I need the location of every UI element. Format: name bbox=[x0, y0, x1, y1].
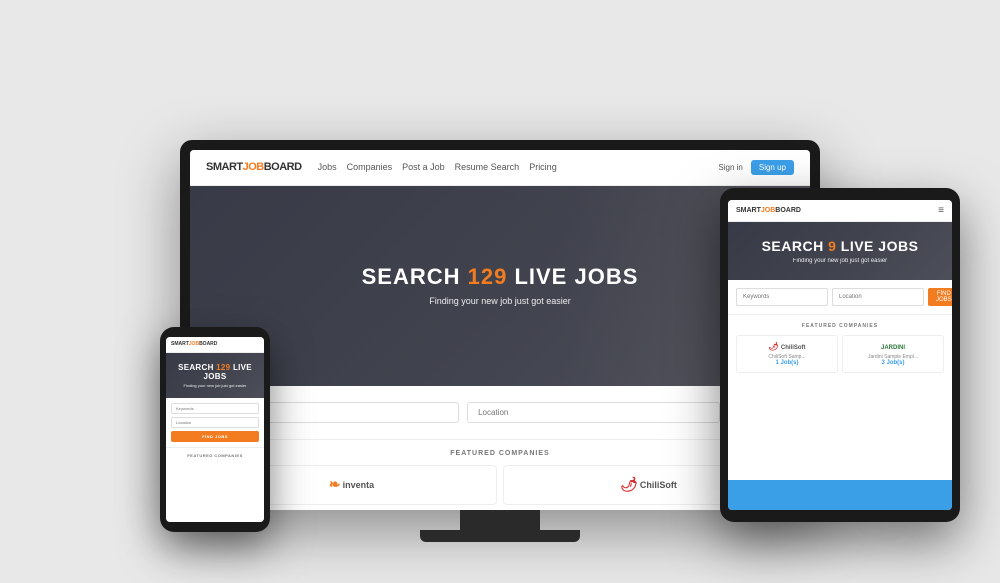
tablet-logo-job: JOB bbox=[761, 207, 775, 214]
tablet-jardini-count: 3 Job(s) bbox=[846, 360, 940, 366]
monitor-stand-neck bbox=[460, 510, 540, 530]
phone-keywords-input[interactable] bbox=[171, 403, 259, 414]
phone-device: SMARTJOBBOARD SEARCH 129 LIVE JOBS Findi… bbox=[160, 327, 270, 532]
desktop-featured-section: FEATURED COMPANIES ❧ inventa 🌶 ChiliSoft bbox=[190, 440, 810, 510]
desktop-logo: SMARTJOBBOARD bbox=[206, 161, 302, 173]
nav-companies[interactable]: Companies bbox=[347, 162, 393, 172]
tablet-hero-title: SEARCH 9 LIVE JOBS bbox=[738, 238, 942, 254]
monitor-screen: SMARTJOBBOARD Jobs Companies Post a Job … bbox=[190, 150, 810, 510]
desktop-search-section: FIND JOBS bbox=[190, 386, 810, 440]
phone-logo-board: BOARD bbox=[199, 341, 217, 347]
jardini-icon: JARDINI bbox=[881, 345, 905, 351]
tablet-device: SMARTJOBBOARD ≡ SEARCH 9 LIVE JOBS Findi… bbox=[720, 188, 960, 522]
phone-logo: SMARTJOBBOARD bbox=[171, 341, 217, 347]
hero-prefix: SEARCH bbox=[362, 264, 468, 289]
tablet-search-bar: FIND JOBS bbox=[728, 280, 952, 315]
tablet-hero: SEARCH 9 LIVE JOBS Finding your new job … bbox=[728, 222, 952, 280]
phone-content: SMARTJOBBOARD SEARCH 129 LIVE JOBS Findi… bbox=[166, 337, 264, 522]
phone-logo-smart: SMART bbox=[171, 341, 189, 347]
tablet-jardini-logo: JARDINI bbox=[846, 342, 940, 351]
logo-smart: SMART bbox=[206, 161, 243, 173]
tablet-logo-smart: SMART bbox=[736, 207, 761, 214]
tablet-hero-subtitle: Finding your new job just got easier bbox=[738, 258, 942, 264]
nav-post-job[interactable]: Post a Job bbox=[402, 162, 445, 172]
desktop-hero-subtitle: Finding your new job just got easier bbox=[429, 296, 571, 306]
scene: SMARTJOBBOARD Jobs Companies Post a Job … bbox=[20, 12, 980, 572]
desktop-nav-actions: Sign in Sign up bbox=[718, 160, 794, 175]
tablet-keywords-input[interactable] bbox=[736, 288, 828, 306]
chilisoft-label: ChiliSoft bbox=[781, 345, 806, 351]
tablet-search-button[interactable]: FIND JOBS bbox=[928, 288, 952, 306]
tablet-content: SMARTJOBBOARD ≡ SEARCH 9 LIVE JOBS Findi… bbox=[728, 200, 952, 510]
tablet-location-input[interactable] bbox=[832, 288, 924, 306]
tablet-hero-suffix: LIVE JOBS bbox=[836, 238, 918, 254]
phone-hero-subtitle: Finding your new job just got easier bbox=[171, 383, 259, 388]
tablet-navbar: SMARTJOBBOARD ≡ bbox=[728, 200, 952, 222]
logo-board: BOARD bbox=[264, 161, 302, 173]
hamburger-icon[interactable]: ≡ bbox=[938, 205, 944, 216]
phone-logo-job: JOB bbox=[189, 341, 199, 347]
chilisoft-icon-tablet: 🌶 bbox=[768, 342, 778, 351]
chilisoft-name: ChiliSoft bbox=[640, 480, 677, 490]
tablet-featured-section: FEATURED COMPANIES 🌶 ChiliSoft ChiliSoft… bbox=[728, 315, 952, 480]
tablet-featured-title: FEATURED COMPANIES bbox=[736, 323, 944, 329]
monitor-stand-base bbox=[420, 530, 580, 542]
phone-hero-count: 129 bbox=[216, 363, 230, 372]
tablet-blue-bar bbox=[728, 480, 952, 510]
tablet-companies-row: 🌶 ChiliSoft ChiliSoft Samp... 1 Job(s) J… bbox=[736, 335, 944, 373]
tablet-hero-prefix: SEARCH bbox=[762, 238, 829, 254]
desktop-featured-title: FEATURED COMPANIES bbox=[206, 450, 794, 457]
sign-in-link[interactable]: Sign in bbox=[718, 163, 742, 172]
logo-job: JOB bbox=[243, 161, 264, 173]
nav-resume-search[interactable]: Resume Search bbox=[455, 162, 520, 172]
inventa-icon: ❧ bbox=[329, 476, 341, 493]
phone-hero-title: SEARCH 129 LIVE JOBS bbox=[171, 363, 259, 381]
desktop-location-input[interactable] bbox=[467, 402, 720, 423]
tablet-logo-board: BOARD bbox=[775, 207, 801, 214]
tablet-screen: SMARTJOBBOARD ≡ SEARCH 9 LIVE JOBS Findi… bbox=[728, 200, 952, 510]
tablet-company-chilisoft[interactable]: 🌶 ChiliSoft ChiliSoft Samp... 1 Job(s) bbox=[736, 335, 838, 373]
phone-featured-title: FEATURED COMPANIES bbox=[171, 453, 259, 458]
tablet-company-jardini[interactable]: JARDINI Jardini Sample Empl... 3 Job(s) bbox=[842, 335, 944, 373]
tablet-logo: SMARTJOBBOARD bbox=[736, 207, 801, 214]
desktop-companies-row: ❧ inventa 🌶 ChiliSoft bbox=[206, 465, 794, 505]
hero-count: 129 bbox=[468, 264, 508, 289]
chilisoft-icon: 🌶 bbox=[620, 476, 638, 493]
phone-screen: SMARTJOBBOARD SEARCH 129 LIVE JOBS Findi… bbox=[166, 337, 264, 522]
phone-search-button[interactable]: FIND JOBS bbox=[171, 431, 259, 442]
tablet-chilisoft-logo: 🌶 ChiliSoft bbox=[740, 342, 834, 351]
phone-frame: SMARTJOBBOARD SEARCH 129 LIVE JOBS Findi… bbox=[160, 327, 270, 532]
inventa-name: inventa bbox=[343, 480, 375, 490]
phone-hero-prefix: SEARCH bbox=[178, 363, 216, 372]
desktop-navbar: SMARTJOBBOARD Jobs Companies Post a Job … bbox=[190, 150, 810, 186]
tablet-chilisoft-count: 1 Job(s) bbox=[740, 360, 834, 366]
nav-pricing[interactable]: Pricing bbox=[529, 162, 557, 172]
phone-featured-section: FEATURED COMPANIES bbox=[166, 448, 264, 522]
nav-jobs[interactable]: Jobs bbox=[318, 162, 337, 172]
tablet-frame: SMARTJOBBOARD ≡ SEARCH 9 LIVE JOBS Findi… bbox=[720, 188, 960, 522]
phone-navbar: SMARTJOBBOARD bbox=[166, 337, 264, 353]
phone-inputs-section: FIND JOBS bbox=[166, 398, 264, 448]
phone-location-input[interactable] bbox=[171, 417, 259, 428]
desktop-nav-links: Jobs Companies Post a Job Resume Search … bbox=[318, 162, 719, 172]
sign-up-button[interactable]: Sign up bbox=[751, 160, 794, 175]
desktop-hero: SEARCH 129 LIVE JOBS Finding your new jo… bbox=[190, 186, 810, 386]
phone-hero: SEARCH 129 LIVE JOBS Finding your new jo… bbox=[166, 353, 264, 398]
